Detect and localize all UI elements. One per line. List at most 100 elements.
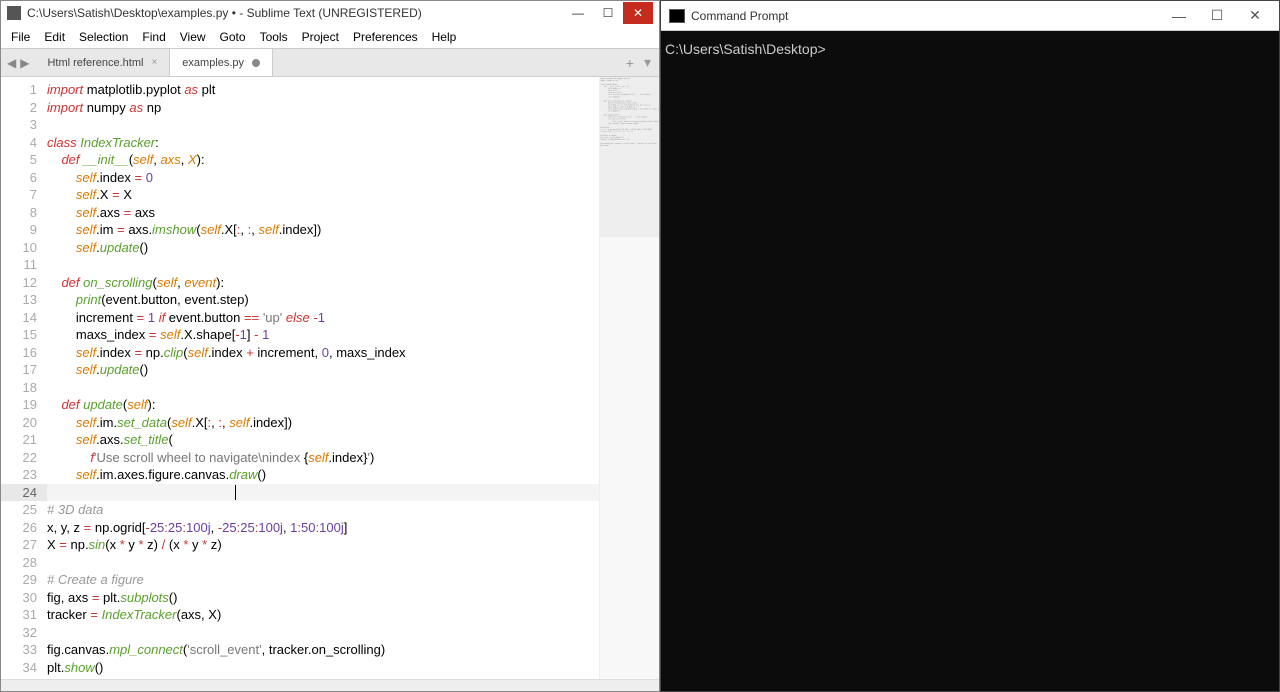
code-editor[interactable]: import matplotlib.pyplot as pltimport nu…: [47, 77, 599, 679]
tab-html-reference-html[interactable]: Html reference.html×: [35, 49, 170, 76]
code-line[interactable]: X = np.sin(x * y * z) / (x * y * z): [47, 536, 599, 554]
line-number[interactable]: 18: [5, 379, 37, 397]
horizontal-scrollbar[interactable]: [1, 679, 659, 691]
menu-help[interactable]: Help: [426, 28, 463, 46]
code-line[interactable]: [47, 256, 599, 274]
line-number[interactable]: 5: [5, 151, 37, 169]
sublime-titlebar[interactable]: C:\Users\Satish\Desktop\examples.py • - …: [1, 1, 659, 25]
menu-tools[interactable]: Tools: [254, 28, 294, 46]
code-line[interactable]: self.update(): [47, 239, 599, 257]
code-line[interactable]: self.update(): [47, 361, 599, 379]
line-number[interactable]: 9: [5, 221, 37, 239]
line-number-gutter[interactable]: 1234567891011121314151617181920212223242…: [1, 77, 47, 679]
cmd-minimize-button[interactable]: —: [1163, 4, 1195, 28]
line-number[interactable]: 11: [5, 256, 37, 274]
line-number[interactable]: 30: [5, 589, 37, 607]
code-line[interactable]: plt.show(): [47, 659, 599, 677]
code-line[interactable]: self.index = 0: [47, 169, 599, 187]
line-number[interactable]: 19: [5, 396, 37, 414]
code-line[interactable]: # Create a figure: [47, 571, 599, 589]
line-number[interactable]: 3: [5, 116, 37, 134]
code-line[interactable]: self.X = X: [47, 186, 599, 204]
line-number[interactable]: 12: [5, 274, 37, 292]
code-line[interactable]: self.axs.set_title(: [47, 431, 599, 449]
menu-project[interactable]: Project: [296, 28, 345, 46]
tab-examples-py[interactable]: examples.py: [170, 49, 273, 76]
code-line[interactable]: def update(self):: [47, 396, 599, 414]
line-number[interactable]: 26: [5, 519, 37, 537]
code-line[interactable]: maxs_index = self.X.shape[-1] - 1: [47, 326, 599, 344]
line-number[interactable]: 27: [5, 536, 37, 554]
new-tab-button[interactable]: +: [626, 55, 634, 71]
dirty-indicator-icon: [252, 59, 260, 67]
line-number[interactable]: 23: [5, 466, 37, 484]
code-line[interactable]: tracker = IndexTracker(axs, X): [47, 606, 599, 624]
code-line[interactable]: [47, 484, 599, 502]
nav-next-icon[interactable]: ▶: [20, 56, 29, 70]
line-number[interactable]: 15: [5, 326, 37, 344]
line-number[interactable]: 25: [5, 501, 37, 519]
line-number[interactable]: 33: [5, 641, 37, 659]
tab-close-icon[interactable]: ×: [151, 57, 157, 68]
menu-edit[interactable]: Edit: [38, 28, 71, 46]
menu-goto[interactable]: Goto: [214, 28, 252, 46]
line-number[interactable]: 22: [5, 449, 37, 467]
code-line[interactable]: import matplotlib.pyplot as plt: [47, 81, 599, 99]
text-caret: [235, 485, 236, 500]
code-line[interactable]: x, y, z = np.ogrid[-25:25:100j, -25:25:1…: [47, 519, 599, 537]
close-button[interactable]: ✕: [623, 2, 653, 24]
code-line[interactable]: f'Use scroll wheel to navigate\nindex {s…: [47, 449, 599, 467]
code-line[interactable]: # 3D data: [47, 501, 599, 519]
line-number[interactable]: 34: [5, 659, 37, 677]
line-number[interactable]: 21: [5, 431, 37, 449]
code-line[interactable]: fig.canvas.mpl_connect('scroll_event', t…: [47, 641, 599, 659]
code-line[interactable]: fig, axs = plt.subplots(): [47, 589, 599, 607]
menu-file[interactable]: File: [5, 28, 36, 46]
menu-view[interactable]: View: [174, 28, 212, 46]
code-line[interactable]: increment = 1 if event.button == 'up' el…: [47, 309, 599, 327]
line-number[interactable]: 17: [5, 361, 37, 379]
code-line[interactable]: def __init__(self, axs, X):: [47, 151, 599, 169]
minimap[interactable]: import matplotlib.pyplot as plt import n…: [599, 77, 659, 679]
maximize-button[interactable]: ☐: [593, 2, 623, 24]
cmd-titlebar[interactable]: Command Prompt — ☐ ✕: [661, 1, 1279, 31]
minimize-button[interactable]: —: [563, 2, 593, 24]
code-line[interactable]: import numpy as np: [47, 99, 599, 117]
code-line[interactable]: self.index = np.clip(self.index + increm…: [47, 344, 599, 362]
line-number[interactable]: 7: [5, 186, 37, 204]
line-number[interactable]: 32: [5, 624, 37, 642]
code-line[interactable]: [47, 116, 599, 134]
code-line[interactable]: self.im = axs.imshow(self.X[:, :, self.i…: [47, 221, 599, 239]
line-number[interactable]: 28: [5, 554, 37, 572]
code-line[interactable]: self.axs = axs: [47, 204, 599, 222]
line-number[interactable]: 8: [5, 204, 37, 222]
cmd-maximize-button[interactable]: ☐: [1201, 4, 1233, 28]
line-number[interactable]: 16: [5, 344, 37, 362]
line-number[interactable]: 1: [5, 81, 37, 99]
tab-menu-button[interactable]: ▾: [644, 54, 651, 71]
menu-find[interactable]: Find: [136, 28, 171, 46]
menu-preferences[interactable]: Preferences: [347, 28, 424, 46]
menu-selection[interactable]: Selection: [73, 28, 134, 46]
line-number[interactable]: 29: [5, 571, 37, 589]
code-line[interactable]: self.im.axes.figure.canvas.draw(): [47, 466, 599, 484]
line-number[interactable]: 4: [5, 134, 37, 152]
code-line[interactable]: print(event.button, event.step): [47, 291, 599, 309]
code-line[interactable]: [47, 554, 599, 572]
line-number[interactable]: 10: [5, 239, 37, 257]
code-line[interactable]: [47, 624, 599, 642]
line-number[interactable]: 6: [5, 169, 37, 187]
code-line[interactable]: def on_scrolling(self, event):: [47, 274, 599, 292]
code-line[interactable]: class IndexTracker:: [47, 134, 599, 152]
line-number[interactable]: 14: [5, 309, 37, 327]
cmd-close-button[interactable]: ✕: [1239, 4, 1271, 28]
cmd-terminal[interactable]: C:\Users\Satish\Desktop>: [661, 31, 1279, 691]
code-line[interactable]: [47, 379, 599, 397]
nav-prev-icon[interactable]: ◀: [7, 56, 16, 70]
line-number[interactable]: 20: [5, 414, 37, 432]
line-number[interactable]: 2: [5, 99, 37, 117]
line-number[interactable]: 31: [5, 606, 37, 624]
code-line[interactable]: self.im.set_data(self.X[:, :, self.index…: [47, 414, 599, 432]
line-number[interactable]: 13: [5, 291, 37, 309]
line-number[interactable]: 24: [1, 484, 47, 502]
